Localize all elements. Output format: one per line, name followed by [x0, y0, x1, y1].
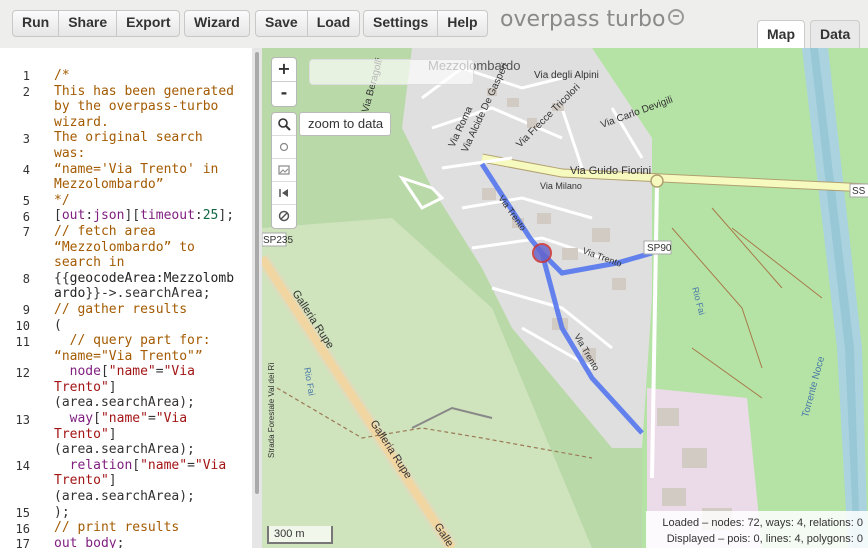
fit-bounds-button[interactable] — [272, 182, 296, 205]
zoom-in-button[interactable]: + — [272, 58, 296, 82]
street-label: Via Milano — [540, 181, 582, 191]
route-node-marker[interactable] — [532, 243, 552, 263]
toolbar: Run Share Export Wizard Save Load Settin… — [0, 0, 868, 48]
no-icon — [278, 210, 290, 222]
map-stats: Loaded – nodes: 72, ways: 4, relations: … — [646, 511, 868, 548]
export-button[interactable]: Export — [117, 11, 179, 36]
clear-data-button[interactable] — [272, 205, 296, 228]
run-button[interactable]: Run — [13, 11, 60, 36]
line-number: 7 — [22, 225, 30, 239]
circle-icon — [279, 142, 289, 152]
map-view[interactable]: Mezzolombardo Via degli Alpini Via Frecc… — [262, 48, 868, 548]
line-number: 9 — [22, 303, 30, 317]
run-button-group: Run Share Export — [12, 10, 181, 37]
line-number: 12 — [15, 366, 30, 380]
load-button[interactable]: Load — [308, 11, 359, 36]
line-number: 16 — [15, 522, 30, 536]
map-search-input[interactable] — [309, 59, 474, 85]
junction-marker — [650, 174, 664, 188]
line-number: 17 — [15, 537, 30, 548]
line-number: 3 — [22, 132, 30, 146]
editor-scrollbar[interactable] — [255, 52, 259, 494]
overpass-turbo-app: Run Share Export Wizard Save Load Settin… — [0, 0, 868, 548]
logo-icon — [668, 9, 685, 25]
tab-map[interactable]: Map — [757, 20, 805, 48]
zoom-to-data-button[interactable] — [272, 113, 296, 136]
road-ref-label: SP235 — [263, 235, 293, 246]
line-number: 1 — [22, 69, 30, 83]
street-label: Strada Forestale Val dei Rì — [267, 363, 276, 458]
line-number: 10 — [15, 319, 30, 333]
magnifier-icon — [278, 118, 291, 131]
line-number: 15 — [15, 506, 30, 520]
share-button[interactable]: Share — [59, 11, 118, 36]
app-logo: overpass turbo — [500, 7, 685, 32]
wizard-button[interactable]: Wizard — [185, 11, 249, 36]
save-load-button-group: Save Load — [255, 10, 361, 37]
line-number: 13 — [15, 413, 30, 427]
zoom-to-data-tooltip: zoom to data — [299, 112, 391, 136]
line-number: 8 — [22, 272, 30, 286]
settings-help-button-group: Settings Help — [363, 10, 488, 37]
line-number: 6 — [22, 210, 30, 224]
tab-data[interactable]: Data — [810, 20, 861, 48]
line-number: 5 — [22, 194, 30, 208]
wizard-button-group: Wizard — [184, 10, 250, 37]
street-label: Via Guido Fiorini — [570, 165, 651, 177]
stats-displayed: Displayed – pois: 0, lines: 4, polygons:… — [666, 533, 863, 545]
code-editor[interactable]: 1 2 3 4 5 6 7 8 9 10 11 12 13 14 15 16 1… — [0, 48, 252, 548]
zoom-out-button[interactable]: - — [272, 82, 296, 106]
help-button[interactable]: Help — [438, 11, 486, 36]
line-gutter: 1 2 3 4 5 6 7 8 9 10 11 12 13 14 15 16 1… — [0, 48, 44, 548]
export-image-button[interactable] — [272, 159, 296, 182]
locate-me-button[interactable] — [272, 136, 296, 159]
stats-loaded: Loaded – nodes: 72, ways: 4, relations: … — [662, 517, 863, 529]
skip-start-icon — [279, 189, 288, 197]
road-ref-label: SS — [852, 186, 866, 197]
road-ref-label: SP90 — [647, 243, 672, 254]
settings-button[interactable]: Settings — [364, 11, 439, 36]
street-label: Via degli Alpini — [534, 70, 599, 81]
zoom-control: + - — [271, 57, 297, 107]
map-tools — [271, 112, 297, 229]
line-number: 4 — [22, 163, 30, 177]
image-icon — [278, 165, 290, 175]
line-number: 11 — [15, 335, 30, 349]
save-button[interactable]: Save — [256, 11, 308, 36]
map-scale-bar: 300 m — [267, 526, 333, 544]
panel-splitter[interactable] — [252, 48, 262, 548]
line-number: 2 — [22, 85, 30, 99]
app-logo-text: overpass turbo — [500, 7, 666, 32]
line-number: 14 — [15, 459, 30, 473]
code-content: /* This has been generated by the overpa… — [54, 68, 235, 548]
